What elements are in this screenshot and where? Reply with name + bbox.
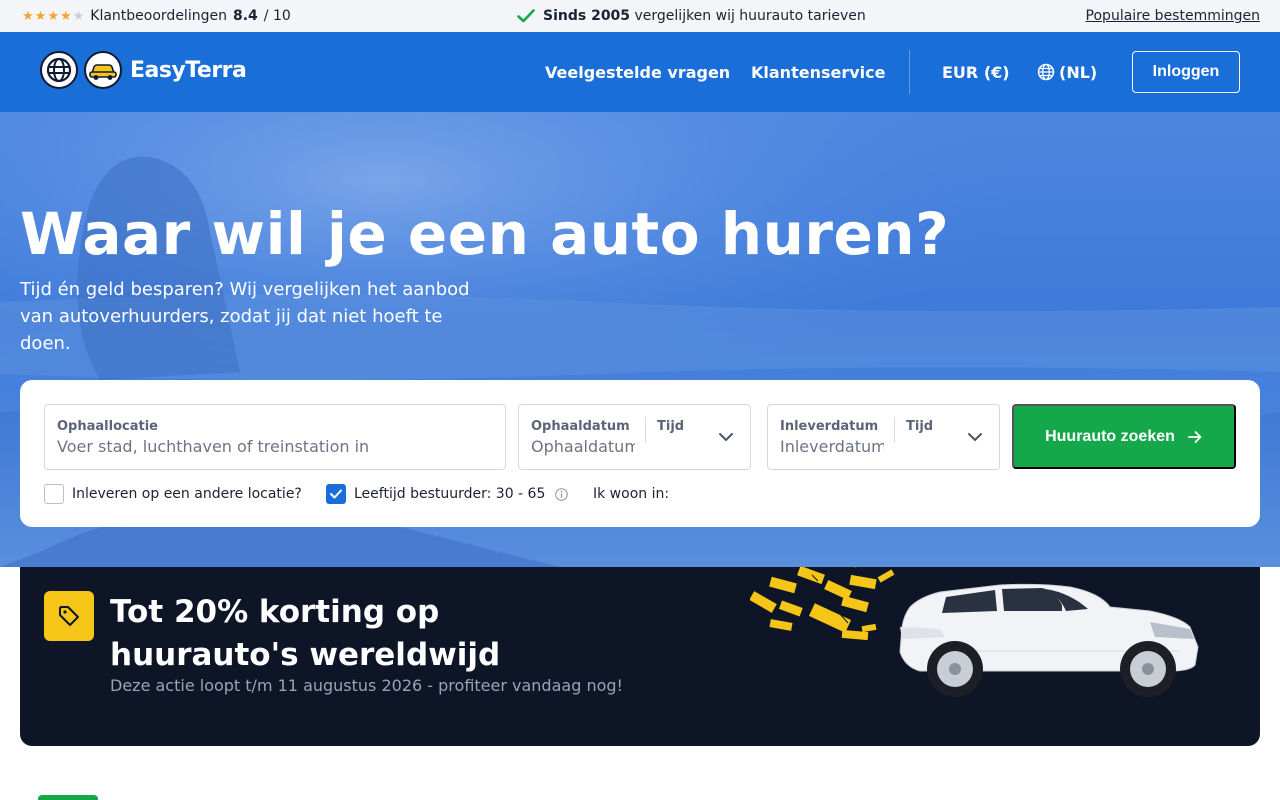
residence-label: Ik woon in: xyxy=(593,486,670,502)
info-icon[interactable] xyxy=(555,487,569,501)
brand-name: EasyTerra xyxy=(130,57,247,83)
chevron-down-icon[interactable] xyxy=(967,429,983,445)
pickup-date-input[interactable]: Ophaaldatum xyxy=(531,437,635,456)
other-return-location-option[interactable]: Inleveren op een andere locatie? xyxy=(44,483,302,505)
taxi-car-icon xyxy=(84,51,122,89)
residence-option[interactable]: Ik woon in: xyxy=(593,483,669,505)
since-year: Sinds 2005 xyxy=(543,8,631,24)
field-divider xyxy=(645,417,646,443)
check-icon xyxy=(517,9,535,23)
globe-icon xyxy=(1037,63,1055,81)
promo-subtitle: Deze actie loopt t/m 11 augustus 2026 - … xyxy=(110,676,623,695)
customer-rating: ★ ★ ★ ★ ★ Klantbeoordelingen 8.4 / 10 xyxy=(22,8,291,24)
rating-max: / 10 xyxy=(263,8,291,24)
discount-car-illustration xyxy=(750,567,1199,697)
check-icon xyxy=(330,489,342,499)
since-banner: Sinds 2005 vergelijken wij huurauto tari… xyxy=(517,8,866,24)
top-info-bar: ★ ★ ★ ★ ★ Klantbeoordelingen 8.4 / 10 Si… xyxy=(0,0,1280,32)
since-text: vergelijken wij huurauto tarieven xyxy=(634,8,866,24)
other-return-location-label: Inleveren op een andere locatie? xyxy=(72,486,302,502)
driver-age-checkbox[interactable] xyxy=(326,484,346,504)
pickup-location-input[interactable]: Voer stad, luchthaven of treinstation in xyxy=(57,437,487,456)
driver-age-label: Leeftijd bestuurder: 30 - 65 xyxy=(354,486,546,502)
return-date-input[interactable]: Inleverdatum xyxy=(780,437,884,456)
return-time-label[interactable]: Tijd xyxy=(906,419,933,434)
star-icon: ★ xyxy=(72,8,85,24)
main-header: EasyTerra Veelgestelde vragen Klantenser… xyxy=(0,32,1280,112)
chevron-down-icon[interactable] xyxy=(718,429,734,445)
return-date-label: Inleverdatum xyxy=(780,419,879,434)
hero-title: Waar wil je een auto huren? xyxy=(20,200,950,268)
return-date-field[interactable]: Inleverdatum Inleverdatum Tijd xyxy=(767,404,1000,470)
section-accent xyxy=(38,795,98,800)
arrow-right-icon xyxy=(1187,430,1202,443)
popular-destinations-link[interactable]: Populaire bestemmingen xyxy=(1086,8,1260,24)
nav-customer-service-link[interactable]: Klantenservice xyxy=(751,32,885,112)
promo-title: Tot 20% korting op huurauto's wereldwijd xyxy=(110,594,501,673)
globe-icon xyxy=(40,51,78,89)
login-button[interactable]: Inloggen xyxy=(1132,51,1240,93)
pickup-location-label: Ophaallocatie xyxy=(57,419,158,434)
tag-icon xyxy=(44,591,94,641)
nav-divider xyxy=(909,50,910,94)
nav-faq-link[interactable]: Veelgestelde vragen xyxy=(545,32,730,112)
search-button[interactable]: Huurauto zoeken xyxy=(1012,404,1236,469)
rating-stars: ★ ★ ★ ★ ★ xyxy=(22,10,84,23)
search-form: Ophaallocatie Voer stad, luchthaven of t… xyxy=(20,380,1260,527)
pickup-location-field[interactable]: Ophaallocatie Voer stad, luchthaven of t… xyxy=(44,404,506,470)
language-label: (NL) xyxy=(1059,62,1098,82)
pickup-time-label[interactable]: Tijd xyxy=(657,419,684,434)
driver-age-option[interactable]: Leeftijd bestuurder: 30 - 65 xyxy=(326,483,569,505)
rating-score: 8.4 xyxy=(232,8,258,24)
other-return-location-checkbox[interactable] xyxy=(44,484,64,504)
star-icon: ★ xyxy=(47,8,59,24)
pickup-date-label: Ophaaldatum xyxy=(531,419,630,434)
currency-selector[interactable]: EUR (€) xyxy=(942,32,1010,112)
search-button-label: Huurauto zoeken xyxy=(1045,427,1175,445)
star-icon: ★ xyxy=(22,8,34,24)
star-icon: ★ xyxy=(34,8,47,24)
promo-banner: Tot 20% korting op huurauto's wereldwijd… xyxy=(20,567,1260,746)
star-icon: ★ xyxy=(59,8,72,24)
hero-subtitle: Tijd én geld besparen? Wij vergelijken h… xyxy=(20,279,470,354)
rating-label: Klantbeoordelingen xyxy=(90,8,227,24)
brand-logo[interactable]: EasyTerra xyxy=(40,51,247,89)
pickup-date-field[interactable]: Ophaaldatum Ophaaldatum Tijd xyxy=(518,404,751,470)
field-divider xyxy=(894,417,895,443)
language-selector[interactable]: (NL) xyxy=(1037,32,1097,112)
